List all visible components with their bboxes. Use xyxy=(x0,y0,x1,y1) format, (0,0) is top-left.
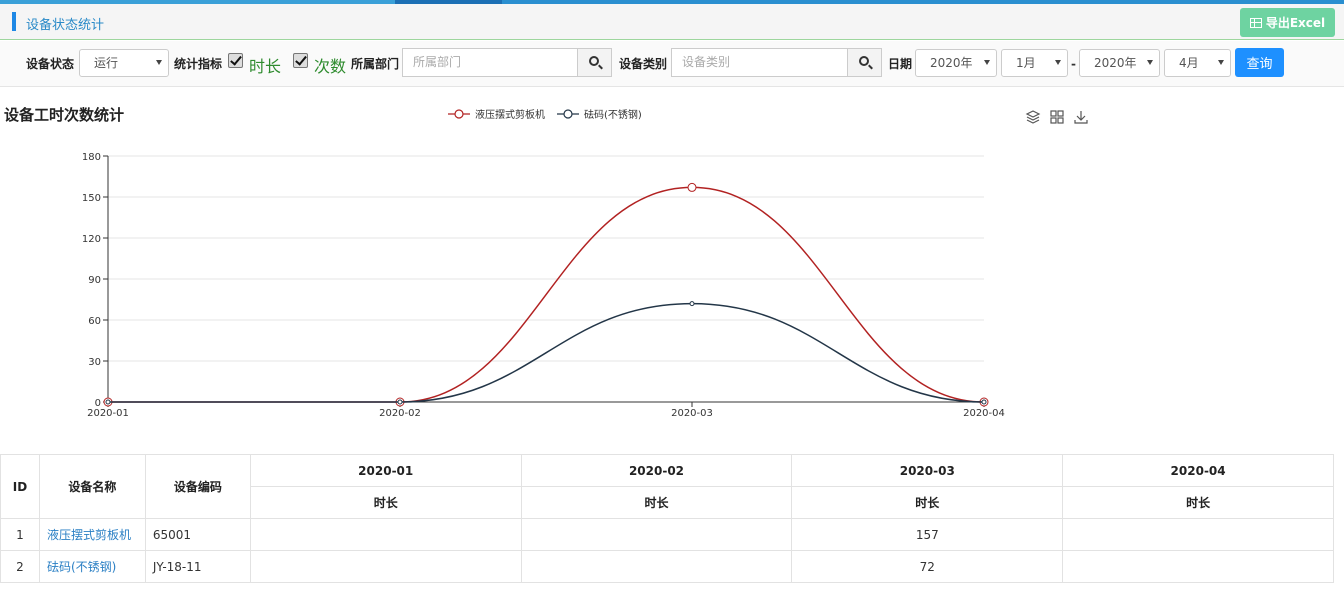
col-header-month: 2020-01 xyxy=(249,454,522,487)
x-tick-label: 2020-02 xyxy=(379,408,421,419)
col-subheader-duration: 时长 xyxy=(791,486,1064,519)
legend-item-series-2[interactable]: 砝码(不锈钢) xyxy=(557,106,642,121)
search-icon xyxy=(859,56,869,66)
month-to-value: 4月 xyxy=(1179,56,1199,70)
month-to-select[interactable]: 4月 xyxy=(1164,49,1231,77)
cell-id: 2 xyxy=(0,550,40,583)
chevron-down-icon xyxy=(1147,60,1153,65)
col-subheader-duration: 时长 xyxy=(1062,486,1334,519)
legend-item-series-1[interactable]: 液压摆式剪板机 xyxy=(448,106,545,121)
export-excel-label: 导出Excel xyxy=(1265,16,1326,30)
x-tick-label: 2020-01 xyxy=(87,408,129,419)
y-tick-label: 90 xyxy=(88,275,101,286)
data-point xyxy=(397,399,403,405)
cell-value xyxy=(1062,550,1334,583)
year-from-value: 2020年 xyxy=(930,56,973,70)
count-checkbox-label: 次数 xyxy=(314,57,347,76)
stats-table: ID 设备名称 设备编码 2020-01 2020-02 2020-03 202… xyxy=(0,454,1334,583)
cell-value xyxy=(520,518,793,551)
filter-bar: 设备状态 运行 统计指标 时长 次数 所属部门 所属部门 设备类别 设备类别 日… xyxy=(0,41,1344,87)
table-icon xyxy=(1249,17,1262,28)
data-point xyxy=(689,301,695,307)
chevron-down-icon xyxy=(1055,60,1061,65)
col-subheader-duration: 时长 xyxy=(520,486,793,519)
chevron-down-icon xyxy=(1218,60,1224,65)
table-row: 1 液压摆式剪板机 65001 157 xyxy=(0,518,1334,551)
data-point xyxy=(105,399,111,405)
series-line xyxy=(108,186,985,403)
legend-line-marker-icon xyxy=(557,108,579,119)
y-tick-label: 180 xyxy=(82,152,101,163)
chevron-down-icon xyxy=(984,60,990,65)
cell-value xyxy=(249,518,522,551)
month-from-select[interactable]: 1月 xyxy=(1001,49,1068,77)
export-excel-button[interactable]: 导出Excel xyxy=(1240,8,1335,37)
device-name-link[interactable]: 砝码(不锈钢) xyxy=(47,560,116,574)
dept-search-button[interactable] xyxy=(577,48,612,77)
query-button[interactable]: 查询 xyxy=(1235,48,1284,77)
col-header-code: 设备编码 xyxy=(144,454,251,519)
y-tick-label: 120 xyxy=(82,234,101,245)
cell-value: 72 xyxy=(791,550,1064,583)
legend-label: 砝码(不锈钢) xyxy=(584,110,642,121)
page-header: 设备状态统计 导出Excel xyxy=(0,4,1344,40)
y-tick-label: 150 xyxy=(82,193,101,204)
download-icon[interactable] xyxy=(1073,109,1089,125)
date-range-dash: - xyxy=(1071,57,1076,71)
chart-title: 设备工时次数统计 xyxy=(4,106,125,124)
col-subheader-duration: 时长 xyxy=(249,486,522,519)
data-point xyxy=(981,399,987,405)
legend-label: 液压摆式剪板机 xyxy=(475,110,545,121)
status-select[interactable]: 运行 xyxy=(79,49,169,77)
duration-checkbox[interactable] xyxy=(228,53,243,68)
cell-value xyxy=(520,550,793,583)
count-checkbox[interactable] xyxy=(293,53,308,68)
col-header-month: 2020-02 xyxy=(520,454,793,487)
cell-code: JY-18-11 xyxy=(144,550,251,583)
col-header-id: ID xyxy=(0,454,40,519)
date-label: 日期 xyxy=(888,57,913,71)
col-header-name: 设备名称 xyxy=(38,454,146,519)
cell-value xyxy=(1062,518,1334,551)
x-tick-label: 2020-03 xyxy=(671,408,713,419)
series-line xyxy=(108,302,985,403)
device-name-link[interactable]: 液压摆式剪板机 xyxy=(47,528,131,542)
dept-input[interactable]: 所属部门 xyxy=(402,48,578,77)
col-header-month: 2020-03 xyxy=(791,454,1064,487)
cell-id: 1 xyxy=(0,518,40,551)
tiled-grid-icon[interactable] xyxy=(1049,109,1065,125)
month-from-value: 1月 xyxy=(1016,56,1036,70)
stack-icon[interactable] xyxy=(1025,109,1041,125)
status-select-value: 运行 xyxy=(94,56,119,70)
category-input-placeholder: 设备类别 xyxy=(682,55,731,69)
year-to-select[interactable]: 2020年 xyxy=(1079,49,1160,77)
search-icon xyxy=(589,56,599,66)
page-title: 设备状态统计 xyxy=(26,18,105,33)
duration-checkbox-label: 时长 xyxy=(249,57,282,76)
category-search-button[interactable] xyxy=(847,48,882,77)
title-accent-bar xyxy=(12,12,16,31)
status-label: 设备状态 xyxy=(26,57,75,71)
chevron-down-icon xyxy=(156,60,162,65)
cell-value: 157 xyxy=(791,518,1064,551)
col-header-month: 2020-04 xyxy=(1062,454,1334,487)
y-tick-label: 60 xyxy=(88,316,101,327)
year-from-select[interactable]: 2020年 xyxy=(915,49,997,77)
dept-input-placeholder: 所属部门 xyxy=(413,55,462,69)
x-tick-label: 2020-04 xyxy=(963,408,1005,419)
cell-value xyxy=(249,550,522,583)
dept-label: 所属部门 xyxy=(351,57,400,71)
legend-line-marker-icon xyxy=(448,108,470,119)
y-tick-label: 30 xyxy=(88,357,101,368)
data-point xyxy=(687,182,697,192)
year-to-value: 2020年 xyxy=(1094,56,1137,70)
line-chart: 03060901201501802020-01 2020-02 2020-03 202… xyxy=(82,152,1005,419)
cell-code: 65001 xyxy=(144,518,251,551)
category-label: 设备类别 xyxy=(619,57,668,71)
metric-label: 统计指标 xyxy=(174,57,223,71)
category-input[interactable]: 设备类别 xyxy=(671,48,848,77)
table-row: 2 砝码(不锈钢) JY-18-11 72 xyxy=(0,550,1334,583)
